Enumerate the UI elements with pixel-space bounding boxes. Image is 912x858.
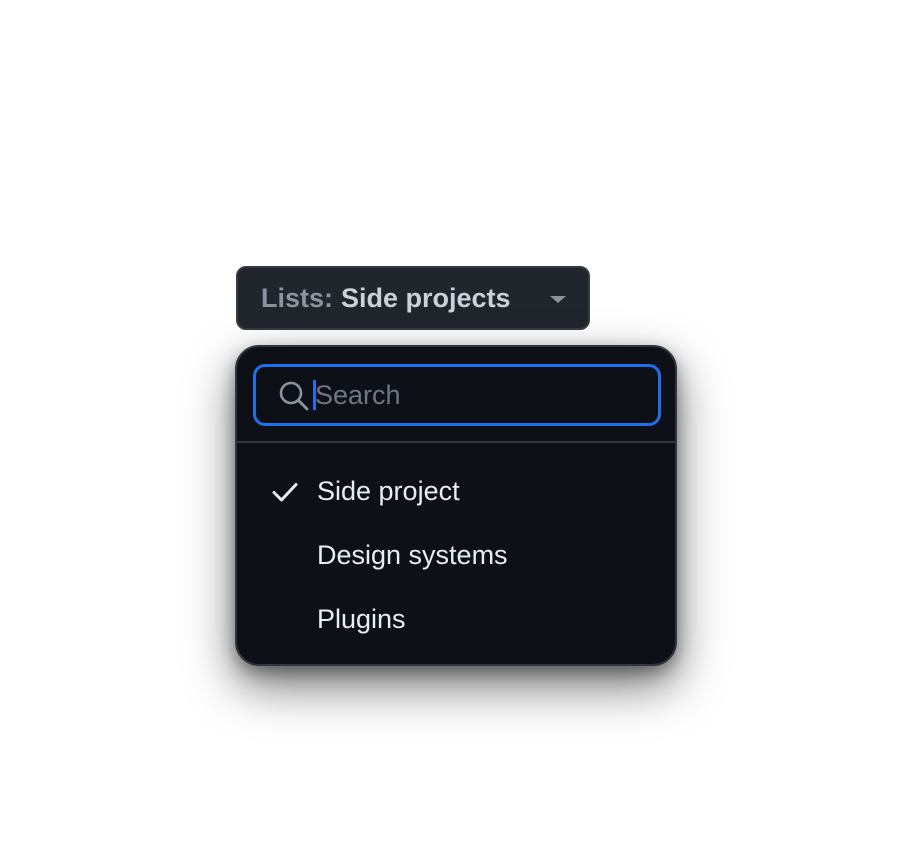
search-input[interactable] [315, 375, 635, 415]
search-field-container[interactable] [253, 364, 661, 426]
search-icon [279, 381, 309, 411]
search-header [237, 347, 675, 443]
triangle-down-icon [550, 295, 566, 303]
stage: Lists: Side projects Side project [0, 0, 912, 858]
check-icon [272, 483, 298, 502]
option-plugins[interactable]: Plugins [237, 587, 675, 651]
lists-prefix-label: Lists: [261, 282, 334, 313]
option-side-project[interactable]: Side project [237, 459, 675, 523]
option-label: Design systems [317, 539, 508, 570]
options-list: Side project Design systems Plugins [237, 443, 675, 651]
lists-select-button[interactable]: Lists: Side projects [236, 266, 590, 330]
option-design-systems[interactable]: Design systems [237, 523, 675, 587]
option-label: Side project [317, 475, 460, 506]
lists-dropdown-menu: Side project Design systems Plugins [235, 345, 677, 666]
option-label: Plugins [317, 603, 406, 634]
lists-selected-value: Side projects [341, 282, 511, 313]
